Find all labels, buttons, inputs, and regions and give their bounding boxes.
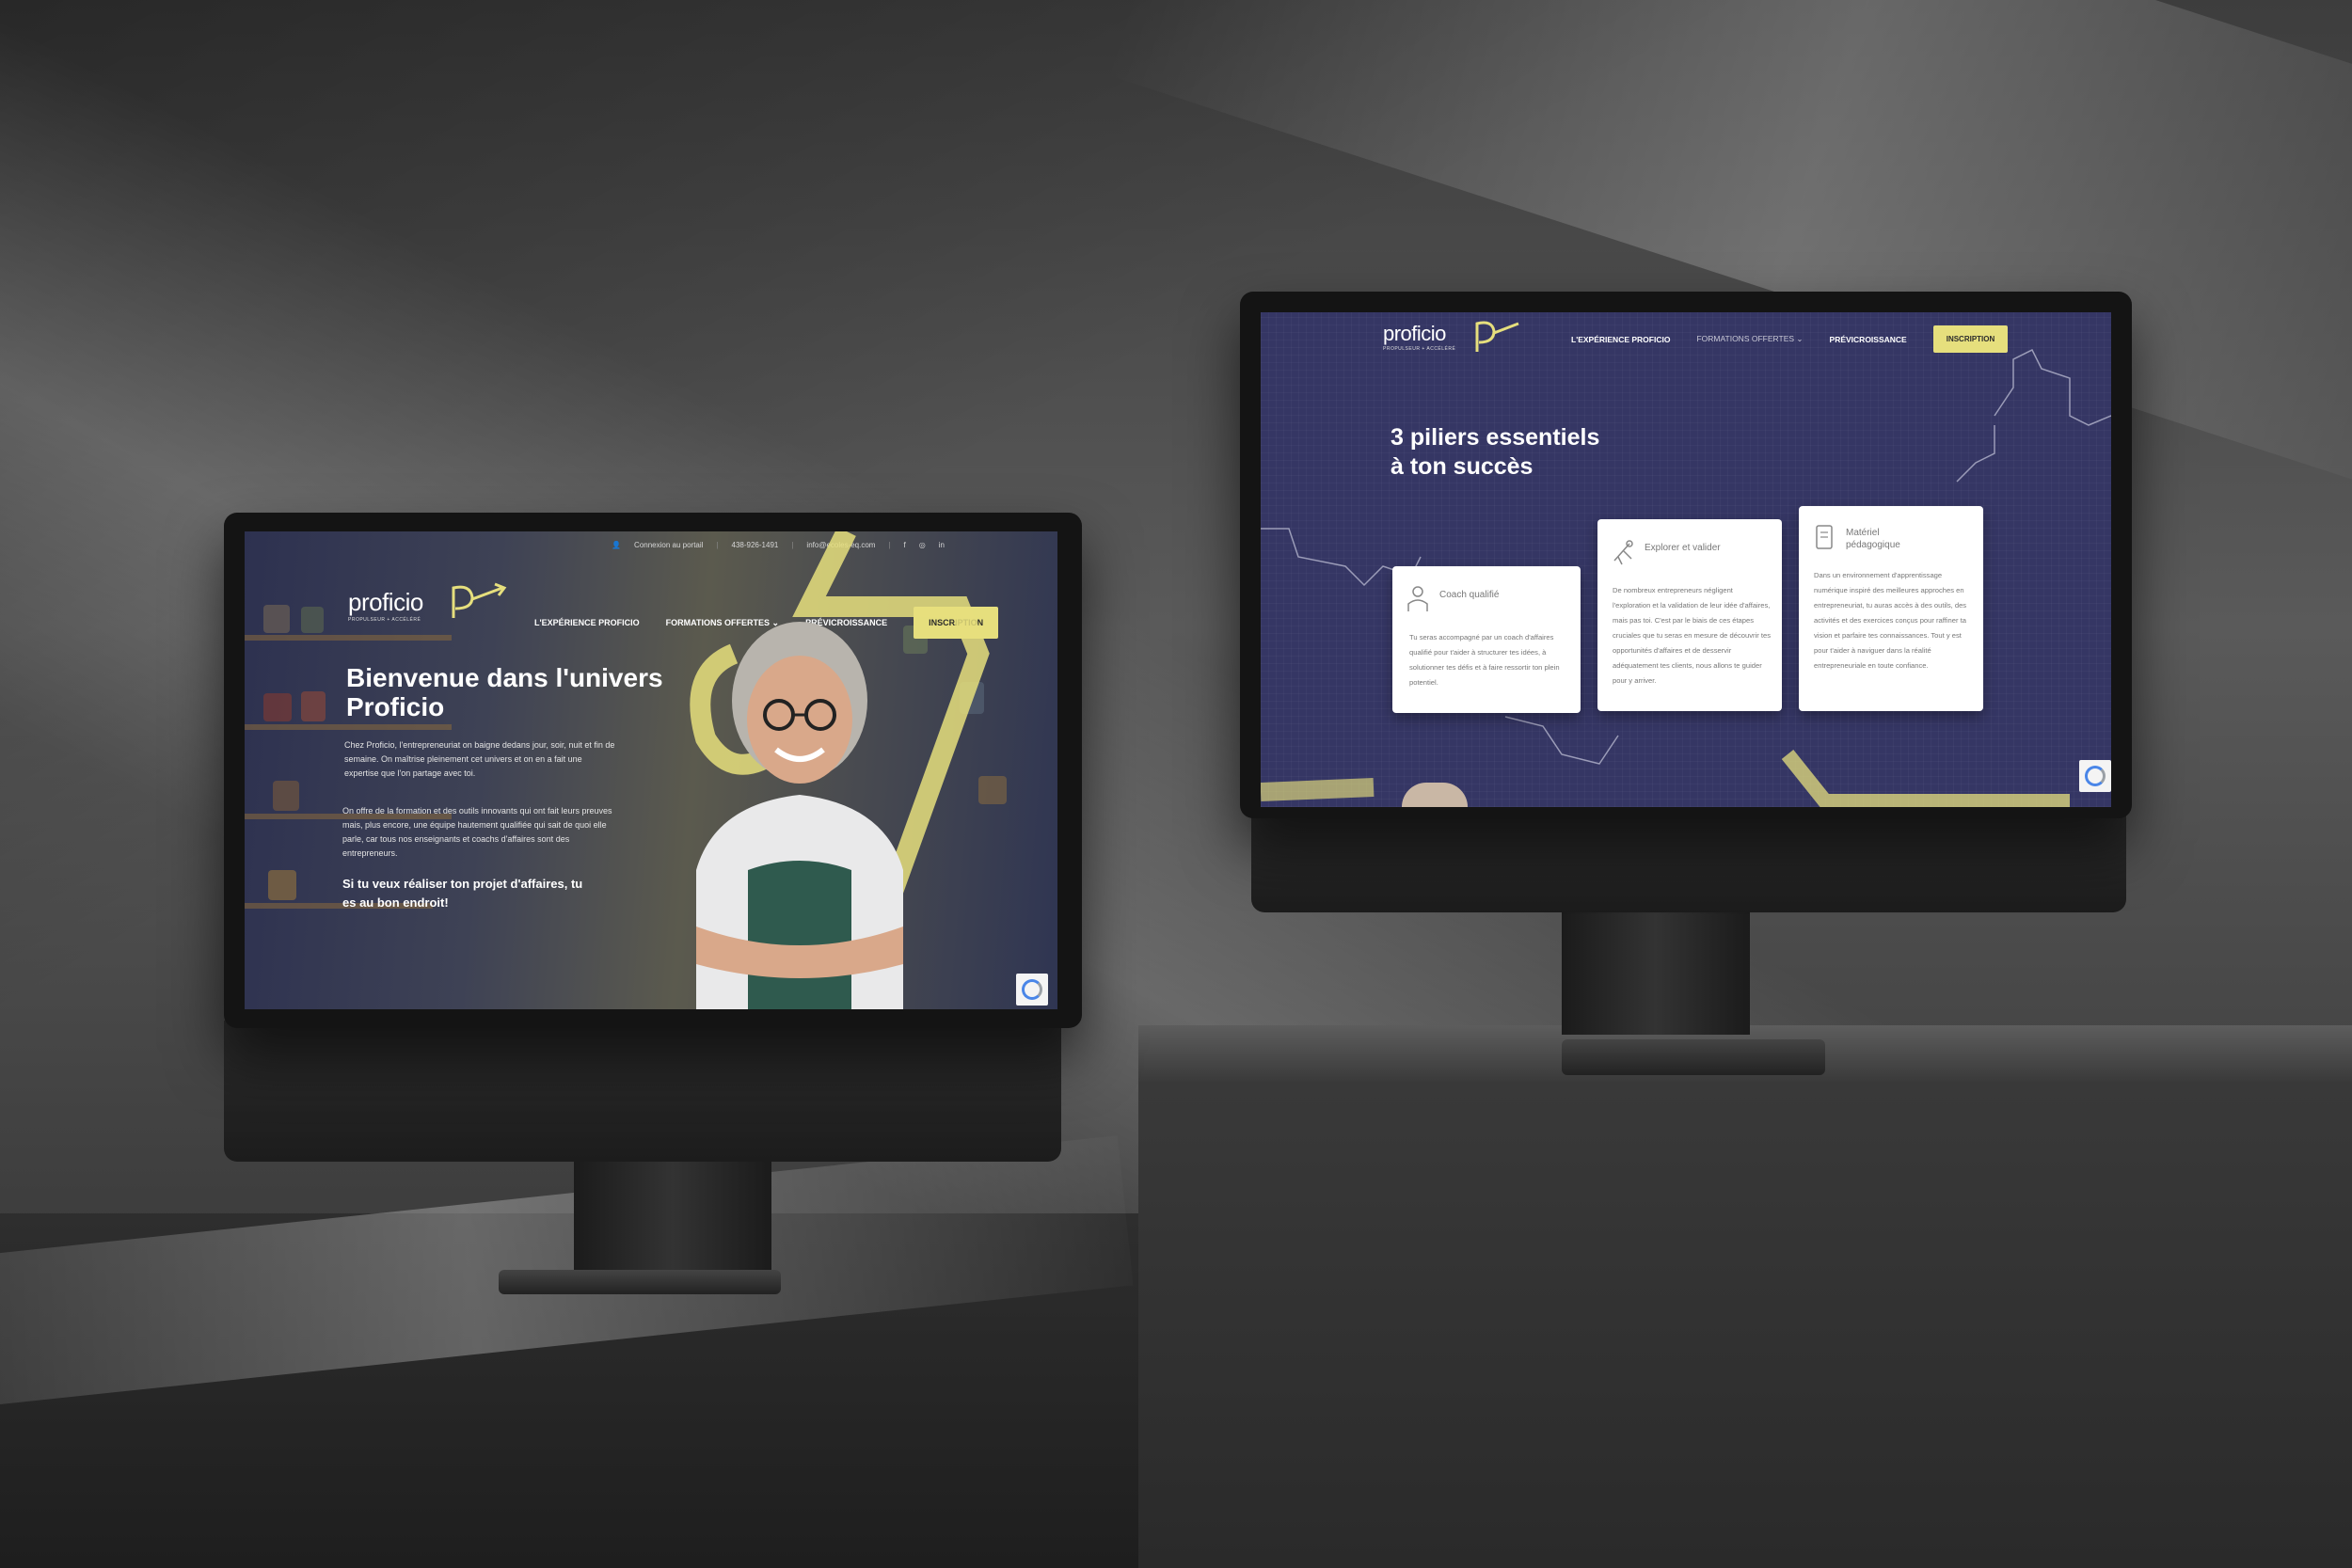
shop-jar xyxy=(263,605,290,633)
monitor-chin xyxy=(1251,809,2126,912)
pillar-card-explorer: Explorer et valider De nombreux entrepre… xyxy=(1597,519,1782,711)
site-logo[interactable]: proficio PROPULSEUR + ACCÉLÉRÉ xyxy=(348,588,423,623)
card-title: Coach qualifié xyxy=(1439,590,1500,600)
monitor-stand-foot xyxy=(1562,1039,1825,1075)
logo-wordmark: proficio xyxy=(348,588,423,616)
card-title: Explorer et valider xyxy=(1645,543,1721,553)
site-logo[interactable]: proficio PROPULSEUR + ACCÉLÉRÉ xyxy=(1383,322,1455,352)
inscription-button[interactable]: INSCRIPTION xyxy=(1932,325,2009,353)
right-screen: proficio PROPULSEUR + ACCÉLÉRÉ L'EXPÉRIE… xyxy=(1261,312,2111,807)
shop-jar xyxy=(301,607,324,633)
shop-jar xyxy=(273,781,299,811)
card-text: De nombreux entrepreneurs négligent l'ex… xyxy=(1613,586,1771,685)
person-icon xyxy=(1407,586,1428,611)
tablet-icon xyxy=(1816,525,1833,549)
shelf xyxy=(245,635,452,641)
monitor-stand-neck xyxy=(1562,903,1750,1035)
recaptcha-icon xyxy=(1022,979,1042,1000)
hero-title: Bienvenue dans l'univers Proficio xyxy=(346,663,663,721)
user-icon: 👤 xyxy=(612,540,622,549)
pillar-card-coach: Coach qualifié Tu seras accompagné par u… xyxy=(1392,566,1581,713)
nav-previcroissance[interactable]: PRÉVICROISSANCE xyxy=(1830,335,1907,344)
card-title: Matériel pédagogique xyxy=(1846,528,1900,550)
monitor-bezel: proficio PROPULSEUR + ACCÉLÉRÉ L'EXPÉRIE… xyxy=(1240,292,2132,818)
hero-paragraph-2: On offre de la formation et des outils i… xyxy=(342,806,612,858)
card-text: Tu seras accompagné par un coach d'affai… xyxy=(1409,633,1560,687)
nav-experience[interactable]: L'EXPÉRIENCE PROFICIO xyxy=(1571,335,1670,344)
nav-formations[interactable]: FORMATIONS OFFERTES ⌄ xyxy=(1696,334,1803,344)
monitor-chin xyxy=(224,1021,1061,1162)
pedestal-block xyxy=(1138,1025,2352,1568)
hero-callout: Si tu veux réaliser ton projet d'affaire… xyxy=(342,877,583,910)
logo-wordmark: proficio xyxy=(1383,322,1446,345)
recaptcha-icon xyxy=(2085,766,2106,786)
nav-formations-label: FORMATIONS OFFERTES xyxy=(1696,334,1795,343)
section-title-line-2: à ton succès xyxy=(1391,453,1534,480)
monitor-stand-foot xyxy=(499,1270,781,1294)
logo-mark-icon xyxy=(452,582,507,618)
recaptcha-badge[interactable] xyxy=(1016,974,1048,1006)
shelf xyxy=(245,724,452,730)
logo-mark-icon xyxy=(1475,321,1519,352)
hero-paragraph-1: Chez Proficio, l'entrepreneuriat on baig… xyxy=(344,740,615,778)
hero-photo-woman xyxy=(696,622,903,1009)
left-screen: 👤 Connexion au portail | 438-926-1491 | … xyxy=(245,531,1057,1009)
shop-jar xyxy=(301,691,326,721)
card-text: Dans un environnement d'apprentissage nu… xyxy=(1814,571,1967,670)
logo-tagline: PROPULSEUR + ACCÉLÉRÉ xyxy=(348,617,421,623)
monitor-bezel: 👤 Connexion au portail | 438-926-1491 | … xyxy=(224,513,1082,1028)
chevron-down-icon: ⌄ xyxy=(1796,334,1804,343)
telescope-icon xyxy=(1613,540,1633,565)
logo-tagline: PROPULSEUR + ACCÉLÉRÉ xyxy=(1383,346,1456,352)
mockup-scene: 👤 Connexion au portail | 438-926-1491 | … xyxy=(0,0,2352,1568)
recaptcha-badge[interactable] xyxy=(2079,760,2111,792)
section-title-line-1: 3 piliers essentiels xyxy=(1391,424,1600,451)
pillar-card-materiel: Matériel pédagogique Dans un environneme… xyxy=(1799,506,1983,711)
main-nav: L'EXPÉRIENCE PROFICIO FORMATIONS OFFERTE… xyxy=(1571,325,2009,353)
nav-experience[interactable]: L'EXPÉRIENCE PROFICIO xyxy=(534,618,640,627)
ledge-surface xyxy=(0,1213,1138,1568)
section-title: 3 piliers essentiels à ton succès xyxy=(1391,423,1599,482)
shop-jar xyxy=(268,870,296,900)
shop-jar xyxy=(263,693,292,721)
